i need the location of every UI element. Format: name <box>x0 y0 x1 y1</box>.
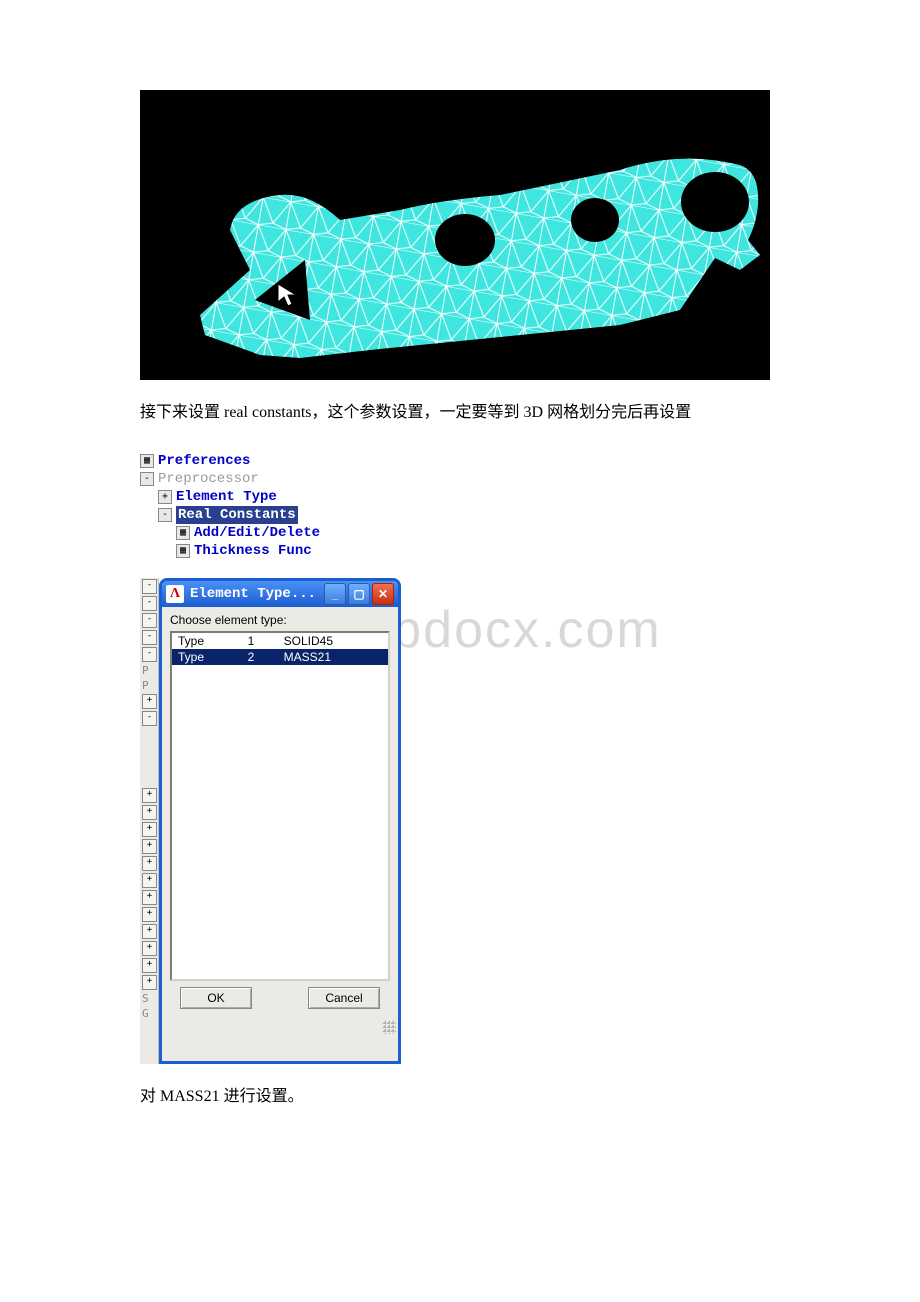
strip-button[interactable]: + <box>142 890 157 905</box>
strip-label: P <box>142 664 156 677</box>
list-item[interactable]: Type 1 SOLID45 <box>172 633 388 649</box>
tree-label: Add/Edit/Delete <box>194 524 320 542</box>
ansys-logo-icon: Λ <box>166 585 184 603</box>
element-type-listbox[interactable]: Type 1 SOLID45 Type 2 MASS21 <box>170 631 390 981</box>
cancel-button[interactable]: Cancel <box>308 987 380 1009</box>
list-item-selected[interactable]: Type 2 MASS21 <box>172 649 388 665</box>
strip-button[interactable]: - <box>142 596 157 611</box>
collapse-icon[interactable]: - <box>140 472 154 486</box>
collapse-icon[interactable]: - <box>158 508 172 522</box>
tree-label: Preprocessor <box>158 470 259 488</box>
tree-item-preprocessor[interactable]: - Preprocessor <box>140 470 440 488</box>
strip-button[interactable]: + <box>142 907 157 922</box>
strip-button[interactable]: + <box>142 788 157 803</box>
strip-button[interactable]: + <box>142 941 157 956</box>
maximize-button[interactable]: ▢ <box>348 583 370 605</box>
strip-label: P <box>142 679 156 692</box>
dialog-icon: ▦ <box>140 454 154 468</box>
mesh-preview <box>140 90 770 380</box>
strip-button[interactable]: - <box>142 711 157 726</box>
tree-item-add-edit-delete[interactable]: ▦ Add/Edit/Delete <box>140 524 440 542</box>
tree-item-element-type[interactable]: + Element Type <box>140 488 440 506</box>
strip-button[interactable]: - <box>142 579 157 594</box>
maximize-icon: ▢ <box>353 588 364 600</box>
strip-button[interactable]: + <box>142 975 157 990</box>
nav-tree: ▦ Preferences - Preprocessor + Element T… <box>140 448 440 568</box>
left-toolbar-strip: - - - - - P P + - + + + + + + + + + + + <box>140 578 159 1064</box>
element-type-dialog: Λ Element Type... _ ▢ ✕ Choose element t… <box>159 578 401 1064</box>
paragraph-1: 接下来设置 real constants，这个参数设置，一定要等到 3D 网格划… <box>140 400 780 426</box>
strip-button[interactable]: + <box>142 805 157 820</box>
close-button[interactable]: ✕ <box>372 583 394 605</box>
dialog-statusbar <box>162 1019 398 1035</box>
strip-button[interactable]: + <box>142 694 157 709</box>
close-icon: ✕ <box>378 588 388 600</box>
strip-button[interactable]: - <box>142 630 157 645</box>
tree-item-preferences[interactable]: ▦ Preferences <box>140 452 440 470</box>
dialog-titlebar[interactable]: Λ Element Type... _ ▢ ✕ <box>162 581 398 607</box>
dialog-icon: ▦ <box>176 544 190 558</box>
strip-button[interactable]: - <box>142 613 157 628</box>
minimize-button[interactable]: _ <box>324 583 346 605</box>
dialog-choose-label: Choose element type: <box>170 613 390 627</box>
tree-label-selected: Real Constants <box>176 506 298 524</box>
tree-label: Preferences <box>158 452 250 470</box>
paragraph-2: 对 MASS21 进行设置。 <box>140 1084 780 1110</box>
minimize-icon: _ <box>332 588 339 600</box>
tree-label: Thickness Func <box>194 542 312 560</box>
dialog-title: Element Type... <box>190 586 322 602</box>
strip-label: S <box>142 992 156 1005</box>
tree-item-real-constants[interactable]: - Real Constants <box>140 506 440 524</box>
tree-item-thickness-func[interactable]: ▦ Thickness Func <box>140 542 440 560</box>
tree-label: Element Type <box>176 488 277 506</box>
ok-button[interactable]: OK <box>180 987 252 1009</box>
strip-button[interactable]: - <box>142 647 157 662</box>
strip-button[interactable]: + <box>142 856 157 871</box>
resize-grip-icon[interactable] <box>382 1020 396 1034</box>
strip-button[interactable]: + <box>142 839 157 854</box>
dialog-icon: ▦ <box>176 526 190 540</box>
strip-button[interactable]: + <box>142 822 157 837</box>
strip-button[interactable]: + <box>142 924 157 939</box>
strip-button[interactable]: + <box>142 873 157 888</box>
strip-label: G <box>142 1007 156 1020</box>
strip-button[interactable]: + <box>142 958 157 973</box>
expand-icon[interactable]: + <box>158 490 172 504</box>
